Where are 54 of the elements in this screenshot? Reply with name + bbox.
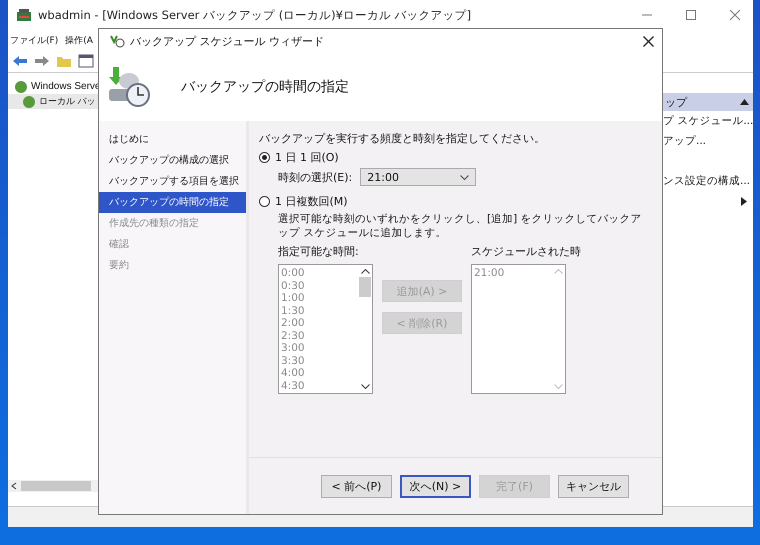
instruction-text: バックアップを実行する頻度と時刻を指定してください。 (259, 131, 545, 146)
wizard-step[interactable]: はじめに (99, 129, 246, 150)
list-item[interactable]: 4:00 (281, 367, 358, 380)
wizard-step[interactable]: バックアップの構成の選択 (99, 150, 246, 171)
list-item[interactable]: 21:00 (474, 267, 551, 280)
chevron-down-icon (460, 174, 470, 180)
time-list[interactable]: 0:00 0:30 1:00 1:30 2:00 2:30 3:00 3:30 4:00 4:30 (278, 264, 373, 394)
wizard-button[interactable]: キャンセル (558, 474, 629, 498)
list-item[interactable]: 0:00 (281, 267, 358, 280)
dialog-title: バックアップ スケジュール ウィザード (130, 34, 324, 48)
action-item[interactable]: プ スケジュール... (663, 111, 753, 131)
scroll-up-icon[interactable] (360, 269, 370, 274)
window-title: wbadmin - [Windows Server バックアップ (ローカル)¥ローカル バックアップ] (38, 8, 472, 22)
close-icon[interactable] (643, 36, 654, 46)
list-item[interactable]: 2:30 (281, 330, 358, 342)
page-heading: バックアップの時間の指定 (181, 78, 349, 96)
back-arrow-icon[interactable] (12, 55, 28, 67)
radio-label[interactable]: 1 日複数回(M) (275, 194, 348, 209)
list-item[interactable]: 0:30 (281, 280, 358, 292)
wizard-button[interactable]: < 前へ(P) (321, 474, 392, 498)
collapse-icon[interactable] (740, 99, 749, 105)
actions-header[interactable]: ップ (663, 93, 753, 111)
menu-item[interactable]: ファイル(F) (10, 34, 58, 46)
panel-icon[interactable] (78, 54, 94, 68)
instruction-text: 選択可能な時刻のいずれかをクリックし、[追加] をクリックしてバックアップ スケジュールに追加します。 (278, 212, 643, 240)
scroll-thumb[interactable] (359, 277, 371, 297)
radio-button[interactable] (259, 152, 270, 163)
time-dropdown[interactable]: 21:00 (360, 168, 476, 186)
list-item[interactable]: 3:00 (281, 342, 358, 354)
list-label: スケジュールされた時 (471, 244, 581, 259)
radio-label[interactable]: 1 日 1 回(O) (275, 150, 339, 165)
maximize-icon[interactable] (685, 9, 697, 21)
list-item[interactable]: 2:00 (281, 317, 358, 330)
list-item[interactable]: 3:30 (281, 354, 358, 367)
list-label: 指定可能な時間: (278, 244, 360, 259)
field-label: 時刻の選択(E): (278, 170, 352, 184)
action-item[interactable]: ンス設定の構成... (663, 171, 753, 191)
submenu-arrow-icon[interactable] (741, 196, 747, 206)
wizard-button[interactable]: 次へ(N) > (400, 474, 471, 498)
action-item[interactable]: アップ... (663, 131, 753, 151)
list-item[interactable]: 1:00 (281, 292, 358, 304)
menu-item[interactable]: 操作(A (65, 34, 93, 46)
list-item[interactable]: 1:30 (281, 304, 358, 317)
wizard-step[interactable]: バックアップする項目を選択 (99, 171, 246, 192)
tree-item[interactable]: ローカル バッ (39, 95, 96, 108)
backup-clock-icon (107, 65, 151, 109)
scheduled-list[interactable]: 21:00 (471, 264, 566, 394)
radio-button[interactable] (259, 196, 270, 207)
scroll-down-icon[interactable] (360, 384, 370, 389)
wizard-step[interactable]: バックアップの時間の指定 (99, 192, 246, 213)
list-item[interactable]: 4:30 (281, 380, 358, 392)
scroll-left-icon[interactable] (10, 482, 18, 490)
scrollbar[interactable] (8, 480, 100, 492)
forward-arrow-icon[interactable] (34, 55, 50, 67)
